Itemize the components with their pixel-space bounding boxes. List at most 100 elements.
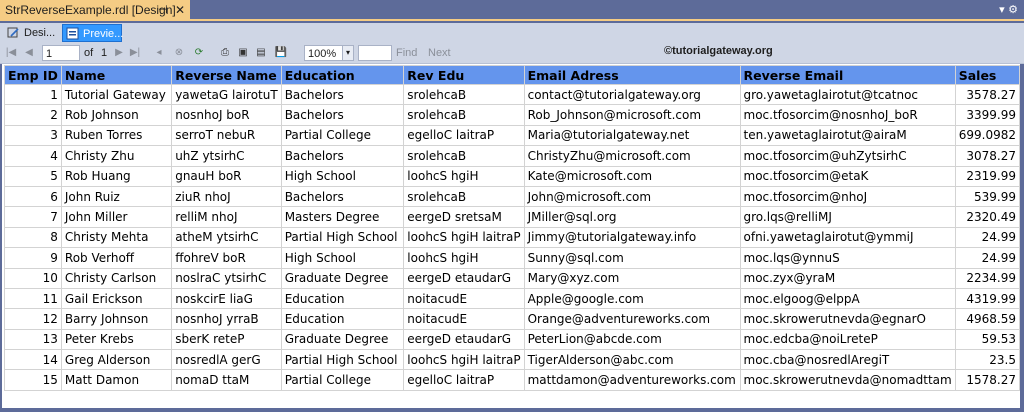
table-cell: Sunny@sql.com [523,247,741,269]
table-cell: Bachelors [280,104,405,126]
page-setup-icon[interactable]: ▤ [254,45,268,61]
chevron-down-icon[interactable]: ▾ [342,45,354,61]
table-row: 11 Gail Erickson noskcirE liaG Education noi… [4,287,1021,310]
table-cell: 2319.99 [954,165,1021,187]
table-cell: sberK reteP [171,328,282,351]
table-cell: srolehcaB [403,104,525,126]
next-page-icon[interactable]: ▶ [112,45,126,61]
table-cell: Christy Mehta [60,226,173,249]
table-cell: Orange@adventureworks.com [523,308,741,330]
table-cell: Mary@xyz.com [523,267,741,289]
pin-icon[interactable]: ⊣ [158,0,168,21]
table-cell: 8 [4,226,62,249]
table-cell: eergeD etaudarG [403,267,525,289]
export-icon[interactable]: 💾 [274,45,288,61]
table-cell: Matt Damon [60,369,173,391]
table-cell: Christy Zhu [60,145,173,167]
next-button[interactable]: Next [428,45,451,61]
table-cell: 13 [4,328,62,351]
table-cell: atheM ytsirhC [171,226,282,249]
table-cell: 2320.49 [954,206,1021,228]
table-cell: 12 [4,308,62,330]
previous-page-icon[interactable]: ◀ [22,45,36,61]
table-row: 13 Peter Krebs sberK reteP Graduate Degree e… [4,328,1021,351]
table-cell: Partial High School [280,226,405,249]
table-cell: 1578.27 [954,369,1021,391]
table-cell: loohcS hgiH laitraP [403,226,525,249]
table-row: 3 Ruben Torres serroT nebuR Partial College… [4,124,1021,147]
table-cell: srolehcaB [403,145,525,167]
watermark: ©tutorialgateway.org [664,45,773,57]
stop-icon[interactable]: ⊗ [172,45,186,61]
table-cell: ten.yawetaglairotut@airaM [739,124,956,147]
table-row: 14 Greg Alderson nosredlA gerG Partial High… [4,349,1021,371]
last-page-icon[interactable]: ▶| [128,45,142,61]
table-cell: Rob Verhoff [60,247,173,269]
table-cell: 23.5 [954,349,1021,371]
print-icon[interactable]: ⎙ [218,45,232,61]
column-header: Rev Edu [403,65,525,85]
table-row: 12 Barry Johnson nosnhoJ yrraB Education noi… [4,308,1021,330]
table-row: 2 Rob Johnson nosnhoJ boR Bachelors srolehca… [4,104,1021,126]
tab-design-label: Desi... [24,27,56,39]
page-number-input[interactable]: 1 [42,45,80,61]
table-cell: moc.edcba@noiLreteP [739,328,956,351]
employee-table: Emp ID Name Reverse Name Education Rev Edu Em… [4,65,1021,391]
column-header: Name [60,65,173,85]
table-cell: 4319.99 [954,287,1021,310]
table-cell: 7 [4,206,62,228]
table-cell: Apple@google.com [523,287,741,310]
tab-preview[interactable]: Previe... [62,24,123,42]
print-layout-icon[interactable]: ▣ [236,45,250,61]
tab-overflow-menu-icon[interactable]: ▾ ⚙ [999,3,1018,16]
table-cell: moc.tfosorcim@nhoJ [739,185,956,208]
table-cell: eergeD sretsaM [403,206,525,228]
table-cell: Partial College [280,124,405,147]
table-cell: 10 [4,267,62,289]
table-cell: uhZ ytsirhC [171,145,282,167]
table-cell: moc.elgoog@elppA [739,287,956,310]
table-row: 1 Tutorial Gateway yawetaG lairotuT Bachelo… [4,83,1021,106]
close-icon[interactable]: ✕ [175,0,185,21]
preview-icon [66,27,79,40]
first-page-icon[interactable]: |◀ [4,45,18,61]
table-cell: High School [280,165,405,187]
column-header: Reverse Name [171,65,282,85]
document-tab-strip: StrReverseExample.rdl [Design] ⊣ ✕ ▾ ⚙ [0,0,1024,21]
table-cell: srolehcaB [403,83,525,106]
table-cell: moc.tfosorcim@uhZytsirhC [739,145,956,167]
table-cell: JMiller@sql.org [523,206,741,228]
refresh-icon[interactable]: ⟳ [192,45,206,61]
table-row: 15 Matt Damon nomaD ttaM Partial College ege… [4,369,1021,391]
table-cell: serroT nebuR [171,124,282,147]
table-cell: Partial College [280,369,405,391]
table-cell: Education [280,308,405,330]
table-cell: John Miller [60,206,173,228]
document-tab[interactable]: StrReverseExample.rdl [Design] ⊣ ✕ [0,0,190,21]
table-cell: moc.skrowerutnevda@egnarO [739,308,956,330]
table-cell: Maria@tutorialgateway.net [523,124,741,147]
table-cell: High School [280,247,405,269]
table-cell: Bachelors [280,145,405,167]
table-row: 7 John Miller relliM nhoJ Masters Degree eer… [4,206,1021,228]
column-header: Emp ID [4,65,62,85]
table-row: 10 Christy Carlson noslraC ytsirhC Graduate… [4,267,1021,289]
column-header: Email Adress [523,65,741,85]
find-text-input[interactable] [358,45,392,61]
table-cell: Gail Erickson [60,287,173,310]
zoom-select[interactable]: 100% [304,45,344,61]
table-cell: Graduate Degree [280,267,405,289]
table-cell: moc.tfosorcim@etaK [739,165,956,187]
table-row: 6 John Ruiz ziuR nhoJ Bachelors srolehcaB Joh… [4,185,1021,208]
find-button[interactable]: Find [396,45,417,61]
tab-design[interactable]: Desi... [4,24,60,42]
table-header-row: Emp ID Name Reverse Name Education Rev Edu Em… [4,65,1021,85]
table-cell: nosredlA gerG [171,349,282,371]
table-cell: eergeD etaudarG [403,328,525,351]
back-icon[interactable]: ◂ [152,45,166,61]
table-cell: 24.99 [954,247,1021,269]
table-cell: nosnhoJ yrraB [171,308,282,330]
table-cell: 3078.27 [954,145,1021,167]
table-row: 8 Christy Mehta atheM ytsirhC Partial High … [4,226,1021,249]
table-cell: nomaD ttaM [171,369,282,391]
